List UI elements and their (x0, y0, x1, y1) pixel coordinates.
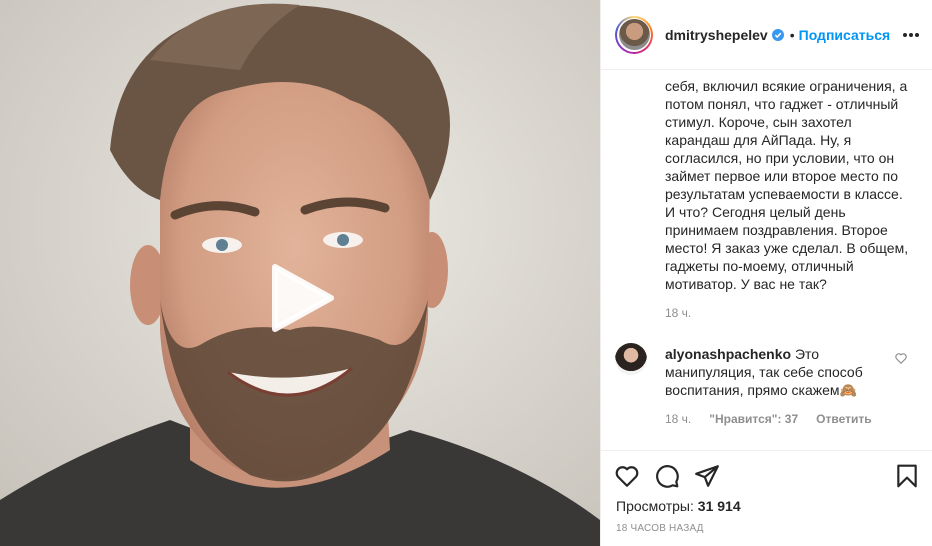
caption-line: себя, включил всякие ограничения, а (665, 78, 908, 94)
post-header: dmitryshepelev • Подписаться (601, 0, 932, 70)
views-label: Просмотры: (616, 498, 694, 514)
post-caption: себя, включил всякие ограничения, а себя… (665, 68, 915, 320)
views-counter: Просмотры: 31 914 (616, 498, 741, 514)
commenter-avatar[interactable] (615, 343, 647, 375)
bookmark-icon[interactable] (894, 463, 920, 489)
more-options-icon[interactable] (901, 25, 921, 45)
caption-line: результатам успеваемости в классе. (665, 186, 903, 202)
header-separator: • (789, 26, 795, 43)
caption-line: гаджеты по-моему, отличный (665, 258, 854, 274)
verified-badge-icon (771, 28, 784, 41)
play-button[interactable] (266, 262, 338, 334)
follow-button[interactable]: Подписаться (799, 27, 891, 43)
heart-icon[interactable] (614, 463, 640, 489)
caption-line: стимул. Короче, сын захотел (665, 114, 852, 130)
commenter-username[interactable]: alyonashpachenko (665, 346, 791, 362)
caption-line: место! Я заказ уже сделал. В общем, (665, 240, 909, 256)
caption-timestamp: 18 ч. (665, 306, 692, 320)
caption-line: И что? Сегодня целый день (665, 204, 846, 220)
caption-line: принимаем поздравления. Второе (665, 222, 888, 238)
reply-button[interactable]: Ответить (816, 412, 871, 426)
views-count: 31 914 (697, 498, 741, 514)
caption-line: согласился, но при условии, что он (665, 150, 895, 166)
caption-line: карандаш для АйПада. Ну, я (665, 132, 852, 148)
caption-line: мотиватор. У вас не так? (665, 276, 827, 292)
comment-timestamp: 18 ч. (665, 412, 692, 426)
post-age[interactable]: 18 часов назад (616, 523, 704, 534)
author-avatar[interactable] (615, 15, 653, 54)
caption-line: потом понял, что гаджет - отличный (665, 96, 899, 112)
comment-bubble-icon[interactable] (654, 463, 680, 489)
paper-plane-icon[interactable] (694, 463, 720, 489)
caption-line: займет первое или второе место по (665, 168, 898, 184)
comment-like-heart-icon[interactable] (894, 351, 908, 365)
play-icon (272, 264, 334, 332)
video-player[interactable] (0, 0, 600, 546)
author-username[interactable]: dmitryshepelev (665, 27, 768, 43)
post-actions-bar: Просмотры: 31 914 18 часов назад (600, 450, 932, 546)
comment-likes-count[interactable]: "Нравится": 37 (709, 412, 798, 426)
